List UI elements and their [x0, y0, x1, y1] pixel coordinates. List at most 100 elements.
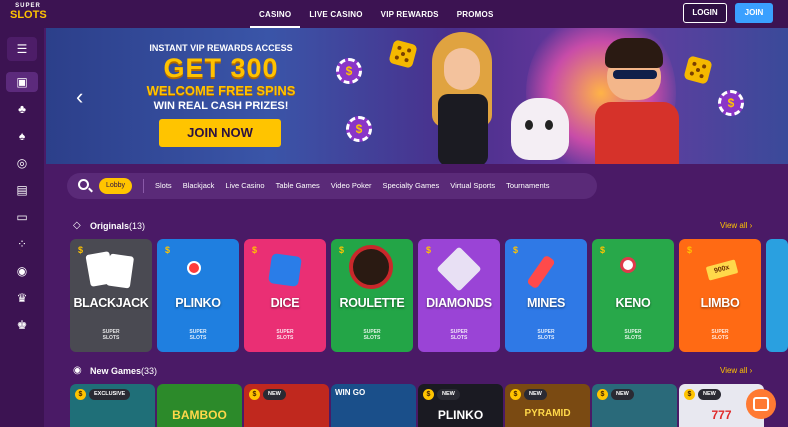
search-icon[interactable] — [78, 179, 89, 190]
dollar-icon: $ — [510, 389, 521, 400]
category-lobby[interactable]: Lobby — [99, 178, 132, 194]
divider — [143, 179, 144, 193]
new-games-view-all-link[interactable]: View all › — [720, 366, 752, 375]
dice-dots-icon[interactable]: ⁘ — [10, 234, 34, 254]
casino-chip-icon: $ — [718, 90, 744, 116]
chevron-left-icon[interactable]: ‹ — [76, 84, 83, 110]
dollar-icon: $ — [513, 245, 519, 255]
dollar-icon: $ — [165, 245, 171, 255]
tile-brand-text: SUPER SLOTS — [450, 329, 468, 341]
dice-icon — [683, 55, 713, 85]
game-tile-name: ROULETTE — [339, 296, 405, 310]
spade-icon[interactable]: ♠ — [10, 126, 34, 146]
game-tile-diamonds[interactable]: $ DIAMONDS SUPER SLOTS — [418, 239, 500, 352]
new-games-count: (33) — [141, 366, 158, 376]
banner-line-4: WIN REAL CASH PRIZES! — [153, 100, 289, 112]
dollar-icon: $ — [687, 245, 693, 255]
tile-brand-text: SUPER SLOTS — [102, 329, 120, 341]
game-tile-name: DICE — [270, 296, 300, 310]
chat-support-icon[interactable] — [746, 389, 776, 419]
banner-line-3: WELCOME FREE SPINS — [146, 83, 296, 98]
dollar-icon: $ — [423, 389, 434, 400]
new-game-tile[interactable]: $ NEW PLINKO — [418, 384, 503, 427]
new-badge: NEW — [698, 389, 721, 400]
sidebar: ☰ ▣ ♣ ♠ ◎ ▤ ▭ ⁘ ◉ ♛ ♚ — [0, 28, 44, 427]
woman-character-illustration — [424, 32, 504, 164]
super-slots-logo[interactable]: SUPER SLOTS — [10, 3, 47, 25]
dollar-icon: $ — [339, 245, 345, 255]
join-now-button[interactable]: JOIN NOW — [159, 119, 281, 147]
promo-banner[interactable]: ‹ INSTANT VIP REWARDS ACCESS GET 300 WEL… — [46, 28, 788, 164]
dollar-icon: $ — [426, 245, 432, 255]
category-tournaments[interactable]: Tournaments — [506, 173, 549, 199]
category-blackjack[interactable]: Blackjack — [183, 173, 215, 199]
exclusive-badge: EXCLUSIVE — [89, 389, 131, 400]
cherry-icon[interactable]: ♣ — [10, 99, 34, 119]
logo-bottom-text: SLOTS — [10, 9, 47, 21]
casino-chips-icon[interactable]: ▣ — [6, 72, 38, 92]
diamond-gem-icon — [436, 246, 482, 292]
category-bar: Lobby Slots Blackjack Live Casino Table … — [67, 173, 597, 199]
game-tile-dice[interactable]: $ DICE SUPER SLOTS — [244, 239, 326, 352]
category-table-games[interactable]: Table Games — [276, 173, 320, 199]
new-game-tile[interactable]: $ NEW — [592, 384, 677, 427]
dollar-icon: $ — [252, 245, 258, 255]
tile-brand-text: SUPER SLOTS — [537, 329, 555, 341]
top-navigation-bar: SUPER SLOTS CASINO LIVE CASINO VIP REWAR… — [0, 0, 788, 28]
casino-chip-icon: $ — [336, 58, 362, 84]
new-badge: NEW — [437, 389, 460, 400]
game-tile-plinko[interactable]: $ PLINKO SUPER SLOTS — [157, 239, 239, 352]
game-tile-keno[interactable]: $ KENO SUPER SLOTS — [592, 239, 674, 352]
tile-brand-text: SUPER SLOTS — [189, 329, 207, 341]
nav-vip-rewards[interactable]: VIP REWARDS — [372, 0, 448, 28]
trophy-icon[interactable]: ♛ — [10, 288, 34, 308]
originals-view-all-link[interactable]: View all › — [720, 221, 752, 230]
category-slots[interactable]: Slots — [155, 173, 172, 199]
game-tile-blackjack[interactable]: $ BLACKJACK SUPER SLOTS — [70, 239, 152, 352]
plinko-ball-icon — [187, 261, 201, 275]
new-game-tile[interactable]: $ EXCLUSIVE — [70, 384, 155, 427]
playing-card-icon — [105, 253, 135, 289]
lottery-icon[interactable]: ◎ — [10, 153, 34, 173]
game-tile-name: KENO — [615, 296, 651, 310]
dollar-icon: $ — [78, 245, 84, 255]
dollar-icon: $ — [684, 389, 695, 400]
tile-brand-text: SUPER SLOTS — [711, 329, 729, 341]
originals-title: Originals — [90, 221, 130, 231]
diamond-icon: ◇ — [73, 220, 81, 231]
crown-icon[interactable]: ♚ — [10, 315, 34, 335]
nav-casino[interactable]: CASINO — [250, 0, 301, 28]
category-virtual-sports[interactable]: Virtual Sports — [450, 173, 495, 199]
cards-icon[interactable]: ▤ — [10, 180, 34, 200]
game-tile-name: MINES — [526, 296, 566, 310]
category-specialty-games[interactable]: Specialty Games — [383, 173, 440, 199]
basketball-icon[interactable]: ◉ — [10, 261, 34, 281]
nav-promos[interactable]: PROMOS — [448, 0, 503, 28]
banner-line-1: INSTANT VIP REWARDS ACCESS — [149, 43, 293, 53]
category-list: Slots Blackjack Live Casino Table Games … — [155, 173, 560, 199]
keno-ball-icon — [620, 257, 636, 273]
new-game-tile[interactable]: $ NEW PYRAMID — [505, 384, 590, 427]
dynamite-icon — [526, 254, 556, 290]
login-button[interactable]: LOGIN — [683, 3, 727, 23]
nav-live-casino[interactable]: LIVE CASINO — [300, 0, 371, 28]
game-tile-mines[interactable]: $ MINES SUPER SLOTS — [505, 239, 587, 352]
category-live-casino[interactable]: Live Casino — [225, 173, 264, 199]
game-title-art: PYRAMID — [524, 408, 571, 419]
category-video-poker[interactable]: Video Poker — [331, 173, 372, 199]
new-game-tile[interactable]: WIN GO — [331, 384, 416, 427]
new-badge: NEW — [263, 389, 286, 400]
multiplier-tag: 900x — [705, 259, 739, 281]
game-tile-partial[interactable] — [766, 239, 788, 352]
game-tile-limbo[interactable]: $ 900x LIMBO SUPER SLOTS — [679, 239, 761, 352]
new-game-tile[interactable]: $ NEW — [244, 384, 329, 427]
dollar-icon: $ — [75, 389, 86, 400]
hamburger-menu-icon[interactable]: ☰ — [7, 37, 37, 61]
game-tile-name: PLINKO — [175, 296, 221, 310]
new-game-tile[interactable]: BAMBOO — [157, 384, 242, 427]
game-tile-name: DIAMONDS — [426, 296, 492, 310]
laptop-icon[interactable]: ▭ — [10, 207, 34, 227]
join-button[interactable]: JOIN — [735, 3, 773, 23]
game-tile-roulette[interactable]: $ ROULETTE SUPER SLOTS — [331, 239, 413, 352]
tile-brand-text: SUPER SLOTS — [363, 329, 381, 341]
